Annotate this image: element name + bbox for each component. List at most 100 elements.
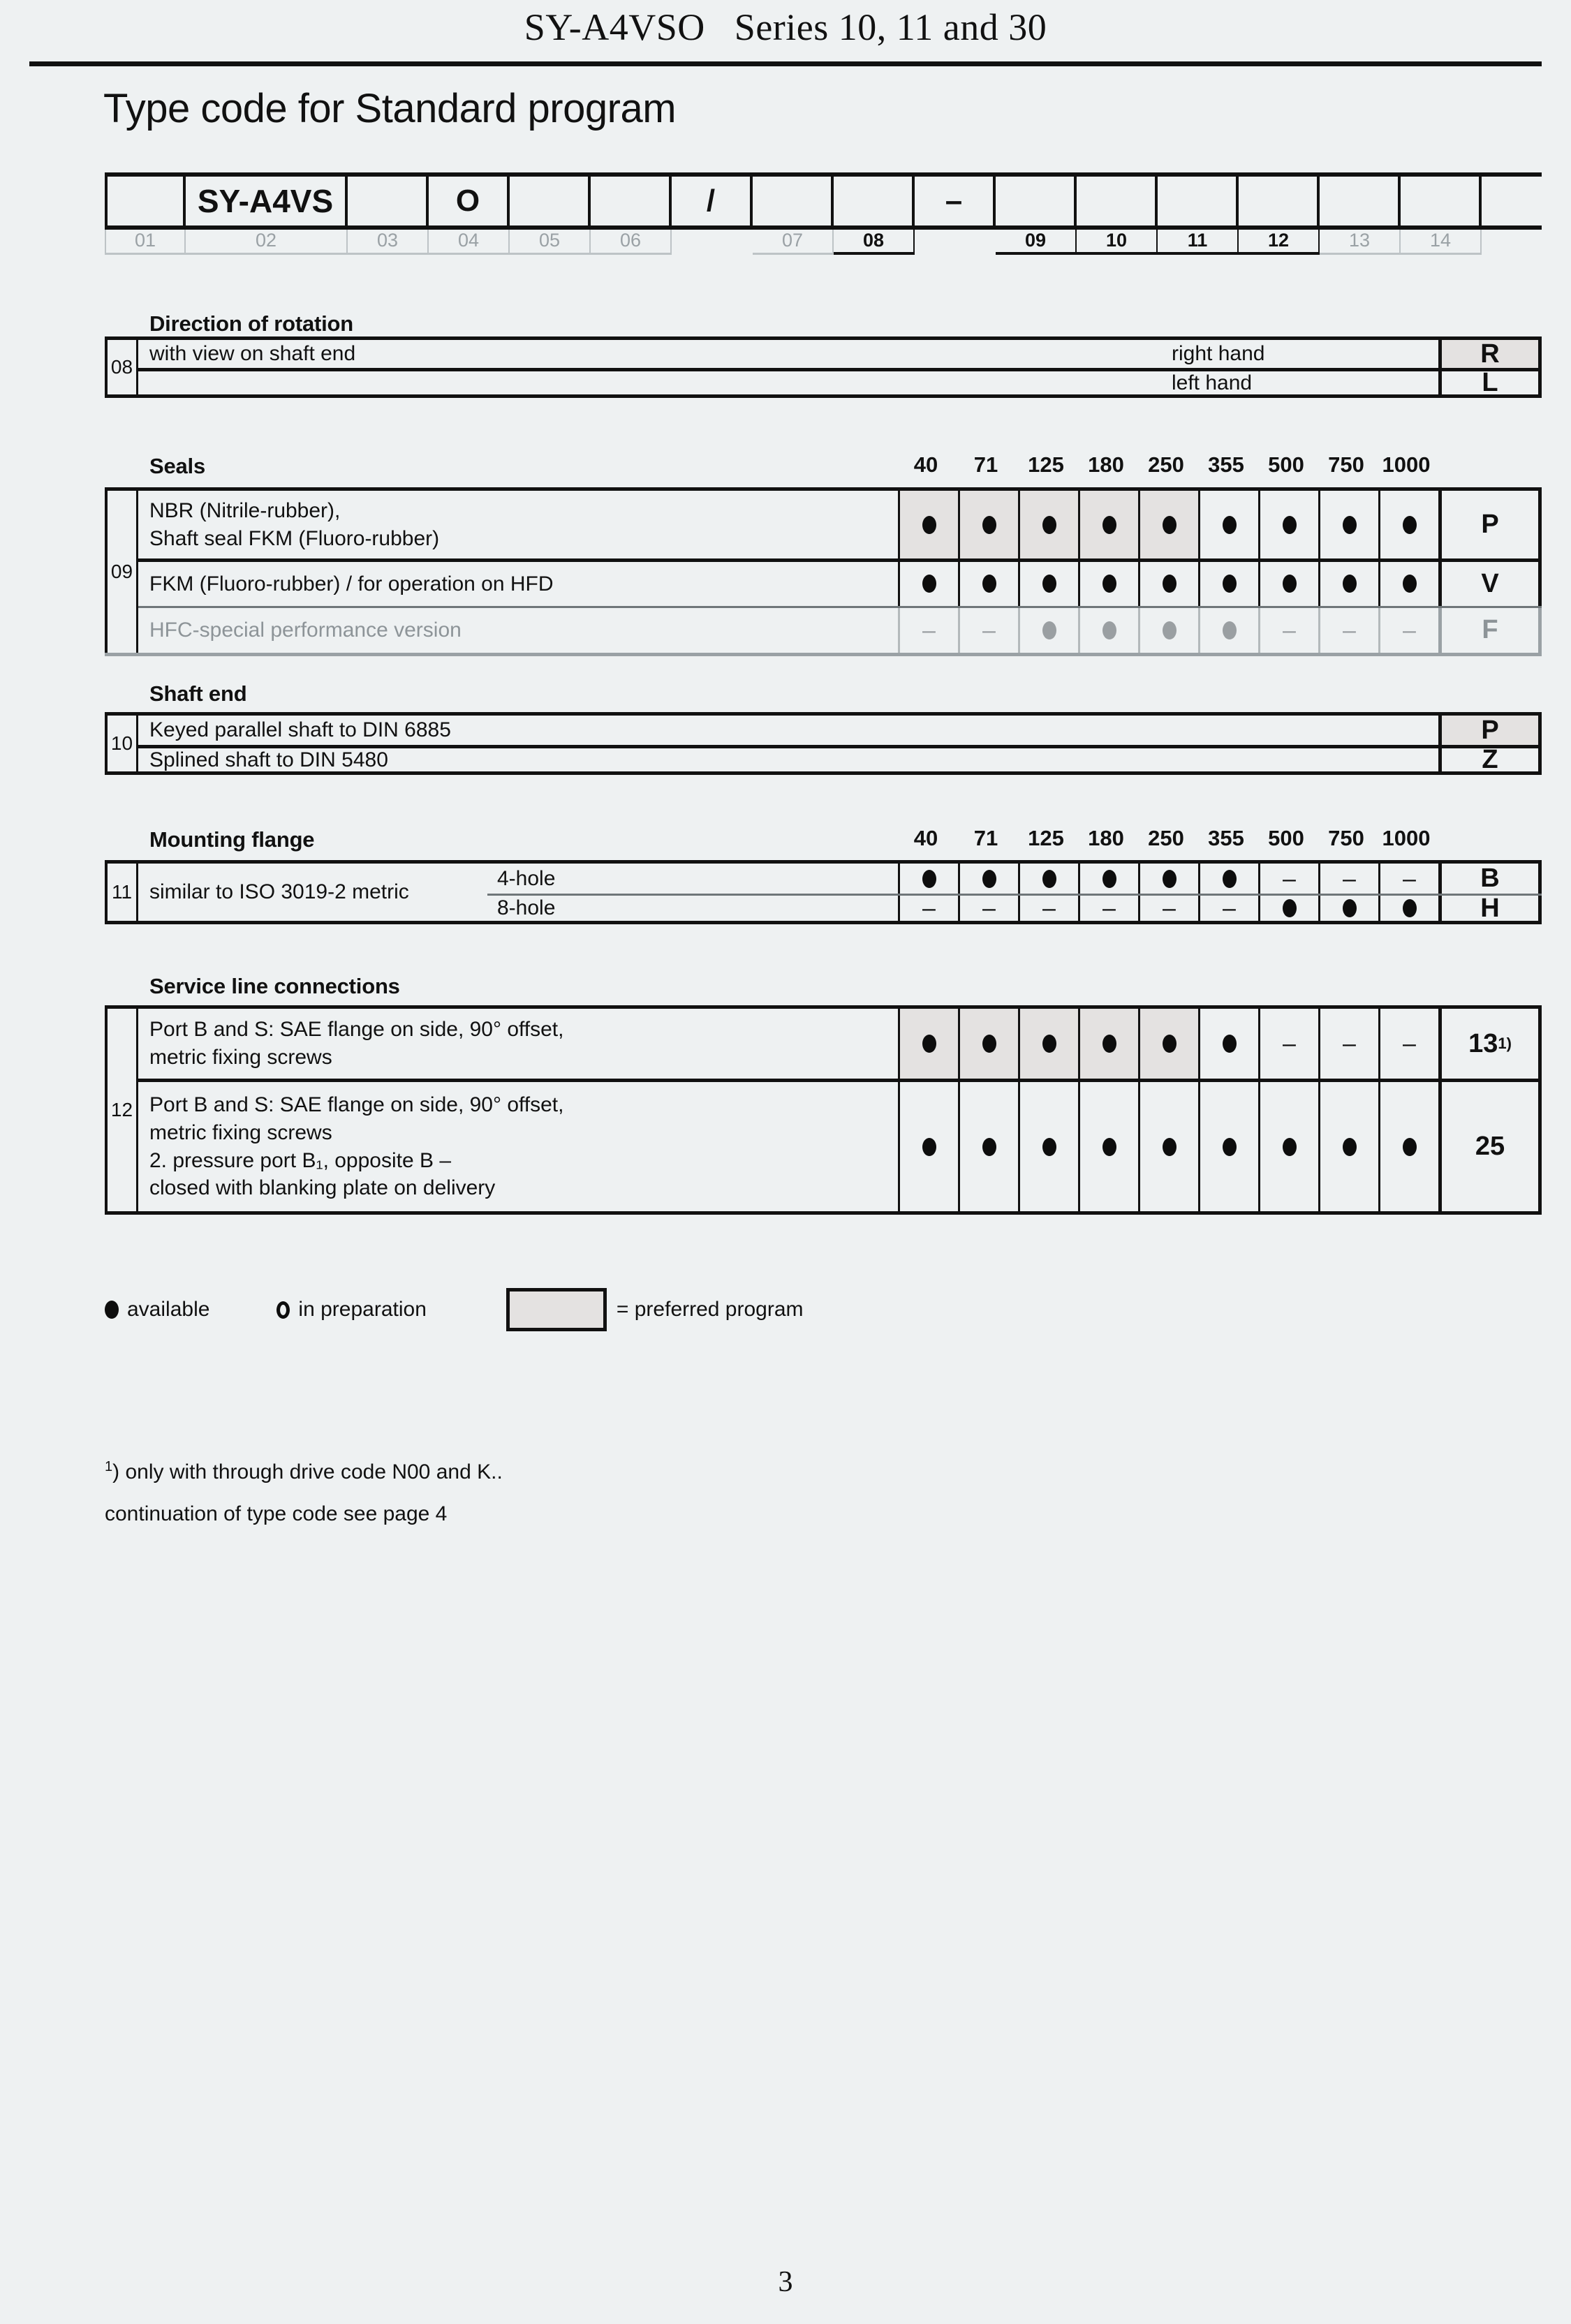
matrix-cell: – <box>1318 607 1378 653</box>
not-available-dash-icon: – <box>1283 865 1296 892</box>
matrix-cell <box>1258 896 1318 921</box>
availability-matrix: – – – – – – <box>898 896 1438 921</box>
matrix-cell <box>1258 562 1318 606</box>
seals-desc-line-2: Shaft seal FKM (Fluoro-rubber) <box>149 526 440 550</box>
available-dot-icon <box>1042 1035 1056 1053</box>
table-direction-of-rotation: 08 with view on shaft end right hand R l… <box>105 336 1542 398</box>
type-code-cell-6[interactable] <box>591 177 672 225</box>
matrix-cell <box>1318 562 1378 606</box>
available-dot-icon <box>982 1137 996 1156</box>
available-dot-icon <box>1162 575 1177 593</box>
not-available-dash-icon: – <box>1102 895 1116 922</box>
matrix-cell <box>958 562 1018 606</box>
type-code-cell-11[interactable] <box>996 177 1077 225</box>
type-code-cell-9[interactable] <box>834 177 915 225</box>
matrix-cell <box>958 864 1018 894</box>
matrix-cell <box>1198 864 1258 894</box>
available-dot-icon <box>982 515 996 534</box>
matrix-cell: – <box>1138 896 1198 921</box>
type-code-cell-12[interactable] <box>1077 177 1158 225</box>
matrix-cell <box>898 1082 958 1211</box>
available-dot-icon <box>982 869 996 888</box>
type-code-cell-16[interactable] <box>1401 177 1482 225</box>
not-available-dash-icon: – <box>922 895 936 922</box>
page-header: SY-A4VSO Series 10, 11 and 30 <box>0 0 1571 49</box>
type-code-cell-3[interactable] <box>348 177 429 225</box>
matrix-cell <box>1018 864 1078 894</box>
service-code-13: 13 1) <box>1438 1009 1542 1079</box>
service-description: Port B and S: SAE flange on side, 90° of… <box>138 1009 898 1079</box>
seals-desc-line-1: FKM (Fluoro-rubber) / for operation on H… <box>149 572 554 595</box>
not-available-dash-icon: – <box>1403 865 1416 892</box>
availability-matrix <box>898 1082 1438 1211</box>
type-code-cell-10[interactable]: – <box>915 177 996 225</box>
matrix-cell <box>1018 491 1078 559</box>
footnote-one: 1) only with through drive code N00 and … <box>105 1459 503 1484</box>
type-code-cell-2[interactable]: SY-A4VS <box>186 177 348 225</box>
size-header-71: 71 <box>973 452 998 477</box>
type-code-cell-1[interactable] <box>105 177 186 225</box>
available-dot-icon <box>922 1035 936 1053</box>
size-header-180: 180 <box>1088 826 1124 850</box>
type-code-numbers: 01 02 03 04 05 06 07 08 09 10 11 12 13 14 <box>105 230 1542 255</box>
type-code-cell-7[interactable]: / <box>672 177 753 225</box>
matrix-cell <box>1258 1082 1318 1211</box>
matrix-cell <box>1198 491 1258 559</box>
type-code-index-13: 11 <box>1158 230 1239 255</box>
type-code-cell-5[interactable] <box>510 177 591 225</box>
type-code-index-5: 05 <box>510 230 591 255</box>
availability-matrix: – – – – – <box>898 607 1438 653</box>
header-divider <box>29 61 1542 66</box>
type-code-cell-13[interactable] <box>1158 177 1239 225</box>
service-desc-line-1: Port B and S: SAE flange on side, 90° of… <box>149 1093 564 1117</box>
available-dot-icon <box>1222 869 1237 888</box>
matrix-cell <box>1378 562 1438 606</box>
not-available-dash-icon: – <box>1403 1030 1416 1057</box>
mounting-flange-desc: similar to ISO 3019-2 metric <box>149 880 409 903</box>
section-label-service-line-connections: Service line connections <box>149 974 400 998</box>
not-available-dash-icon: – <box>922 616 936 644</box>
footnote-marker: 1 <box>105 1459 113 1474</box>
size-header-40: 40 <box>913 452 938 477</box>
type-code-cell-15[interactable] <box>1320 177 1401 225</box>
flange-hole-pattern: 4-hole <box>497 866 556 890</box>
footnote-one-text: ) only with through drive code N00 and K… <box>112 1460 503 1483</box>
type-code-cell-4[interactable]: O <box>429 177 510 225</box>
available-dot-icon <box>1402 575 1417 593</box>
matrix-cell <box>898 562 958 606</box>
seals-description: HFC-special performance version <box>138 608 898 653</box>
available-dot-icon <box>1342 575 1357 593</box>
table-row: HFC-special performance version – – – – – F <box>138 605 1542 653</box>
direction-label-left: left hand <box>1172 371 1253 394</box>
not-available-dash-icon: – <box>1223 895 1236 922</box>
available-dot-icon <box>982 1035 996 1053</box>
service-desc-line-3: 2. pressure port B₁, opposite B – <box>149 1148 452 1172</box>
section-label-direction-of-rotation: Direction of rotation <box>149 311 354 336</box>
not-available-dash-icon: – <box>982 616 996 644</box>
type-code-cell-8[interactable] <box>753 177 834 225</box>
matrix-cell: – <box>1258 1009 1318 1079</box>
legend-in-preparation-label: in preparation <box>298 1298 427 1321</box>
table-row: left hand L <box>138 368 1542 397</box>
not-available-dash-icon: – <box>1283 1030 1296 1057</box>
footnote-two: continuation of type code see page 4 <box>105 1502 448 1525</box>
matrix-cell <box>1078 562 1138 606</box>
legend-preferred-label: = preferred program <box>616 1298 804 1321</box>
legend-available: available <box>105 1298 209 1322</box>
matrix-cell <box>1018 562 1078 606</box>
type-code-cell-14[interactable] <box>1239 177 1320 225</box>
matrix-cell <box>1378 491 1438 559</box>
available-dot-icon <box>1162 1035 1177 1053</box>
seals-description: FKM (Fluoro-rubber) / for operation on H… <box>138 562 898 605</box>
available-dot-icon <box>1042 515 1056 534</box>
size-header-500: 500 <box>1268 452 1304 477</box>
type-code-index-6: 06 <box>591 230 672 255</box>
row-index-11: 11 <box>105 864 138 921</box>
available-dot-icon <box>982 575 996 593</box>
matrix-cell: – <box>1198 896 1258 921</box>
type-code-index-4: 04 <box>429 230 510 255</box>
size-header-250: 250 <box>1148 826 1184 850</box>
size-header-71: 71 <box>973 826 998 850</box>
not-available-dash-icon: – <box>982 895 996 922</box>
table-row: Port B and S: SAE flange on side, 90° of… <box>138 1009 1542 1079</box>
